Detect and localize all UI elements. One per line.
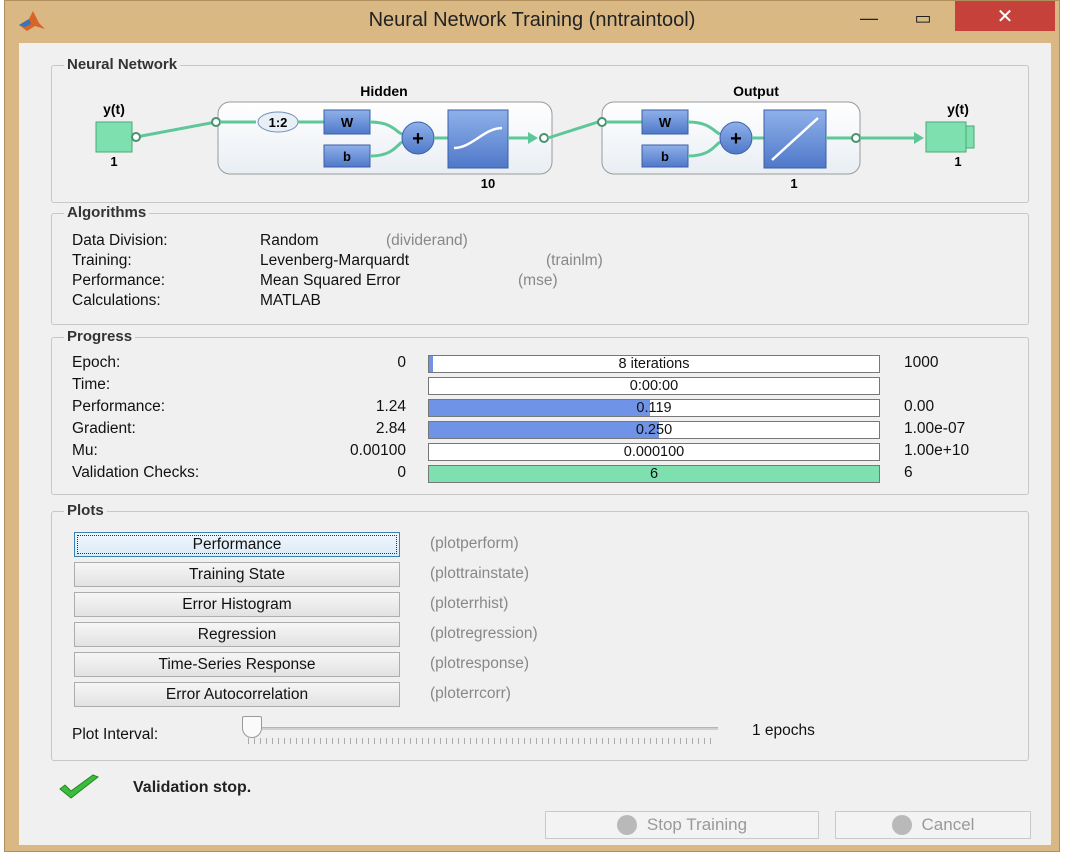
plot-button-error-autocorrelation[interactable]: Error Autocorrelation bbox=[74, 682, 400, 707]
output-node-label: y(t) bbox=[947, 101, 969, 117]
progress-bar: 6 bbox=[428, 465, 880, 483]
output-size: 1 bbox=[790, 176, 797, 191]
progress-current-value: 0.119 bbox=[636, 400, 672, 416]
training-fn: (trainlm) bbox=[546, 252, 603, 269]
training-label: Training: bbox=[72, 252, 132, 269]
progress-end-value: 6 bbox=[904, 464, 913, 481]
plot-function-name: (ploterrcorr) bbox=[430, 685, 511, 702]
performance-value: Mean Squared Error bbox=[260, 272, 401, 289]
input-node bbox=[95, 121, 133, 153]
app-window: Neural Network Training (nntraintool) — … bbox=[4, 0, 1060, 852]
client-area: Neural Network y(t) 1 Hidden 1:2 W b + 1… bbox=[19, 43, 1051, 845]
progress-start-value: 2.84 bbox=[375, 420, 406, 437]
progress-row-label: Gradient: bbox=[72, 420, 136, 437]
window-title: Neural Network Training (nntraintool) bbox=[368, 9, 696, 31]
data-division-value: Random bbox=[260, 232, 319, 249]
slider-ticks bbox=[248, 738, 716, 744]
plot-function-name: (plotregression) bbox=[430, 625, 538, 642]
input-size: 1 bbox=[110, 154, 117, 169]
output-bias-label: b bbox=[661, 149, 669, 164]
plot-button-performance[interactable]: Performance bbox=[74, 532, 400, 557]
hidden-weight-label: W bbox=[341, 115, 354, 130]
close-button[interactable]: ✕ bbox=[955, 1, 1055, 31]
maximize-button[interactable]: ▭ bbox=[903, 3, 943, 33]
plot-function-name: (ploterrhist) bbox=[430, 595, 509, 612]
progress-current-value: 0.250 bbox=[635, 422, 673, 438]
performance-label: Performance: bbox=[72, 272, 166, 289]
progress-legend: Progress bbox=[64, 328, 136, 345]
progress-current-value: 8 iterations bbox=[618, 356, 690, 372]
output-node-size: 1 bbox=[954, 154, 961, 169]
performance-fn: (mse) bbox=[518, 272, 558, 289]
progress-row-label: Time: bbox=[72, 376, 111, 393]
progress-start-value: 0.00100 bbox=[349, 442, 406, 459]
training-value: Levenberg-Marquardt bbox=[260, 252, 410, 269]
progress-end-value: 1.00e+10 bbox=[904, 442, 970, 459]
stop-training-button[interactable]: Stop Training bbox=[545, 811, 819, 839]
output-sum-symbol: + bbox=[730, 128, 742, 150]
plot-interval-value: 1 epochs bbox=[752, 722, 815, 739]
output-weight-label: W bbox=[659, 115, 672, 130]
calculations-value: MATLAB bbox=[260, 292, 321, 309]
stop-training-label: Stop Training bbox=[646, 815, 748, 834]
hidden-title: Hidden bbox=[360, 83, 407, 99]
progress-row-label: Performance: bbox=[72, 398, 166, 415]
neural-network-group: Neural Network y(t) 1 Hidden 1:2 W b + 1… bbox=[51, 56, 1029, 203]
progress-end-value: 1000 bbox=[904, 354, 939, 371]
progress-end-value: 0.00 bbox=[904, 398, 935, 415]
progress-row-label: Mu: bbox=[72, 442, 98, 459]
cancel-label: Cancel bbox=[921, 815, 975, 834]
plots-group: Plots Performance (plotperform) Training S… bbox=[51, 502, 1029, 761]
slider-thumb[interactable] bbox=[242, 716, 262, 738]
plot-button-error-histogram[interactable]: Error Histogram bbox=[74, 592, 400, 617]
hidden-size: 10 bbox=[481, 176, 495, 191]
progress-current-value: 0:00:00 bbox=[629, 378, 679, 394]
cancel-button[interactable]: Cancel bbox=[835, 811, 1031, 839]
plot-button-time-series-response[interactable]: Time-Series Response bbox=[74, 652, 400, 677]
progress-current-value: 6 bbox=[649, 466, 659, 482]
plots-legend: Plots bbox=[64, 502, 107, 519]
data-division-fn: (dividerand) bbox=[386, 232, 468, 249]
algorithms-legend: Algorithms bbox=[64, 204, 150, 221]
calculations-label: Calculations: bbox=[72, 292, 161, 309]
network-diagram: y(t) 1 Hidden 1:2 W b + 10 Output W b + … bbox=[95, 83, 975, 191]
progress-end-value: 1.00e-07 bbox=[904, 420, 966, 437]
input-label: y(t) bbox=[103, 101, 125, 117]
progress-start-value: 0 bbox=[397, 354, 406, 371]
cancel-icon bbox=[891, 815, 912, 835]
progress-bar: 0.000100 bbox=[428, 443, 880, 461]
delay-label: 1:2 bbox=[269, 115, 288, 130]
progress-row-label: Validation Checks: bbox=[72, 464, 200, 481]
plot-function-name: (plotresponse) bbox=[430, 655, 530, 672]
stop-icon bbox=[616, 815, 637, 835]
minimize-button[interactable]: — bbox=[849, 3, 889, 33]
hidden-sum-symbol: + bbox=[412, 128, 424, 150]
progress-start-value: 1.24 bbox=[375, 398, 406, 415]
plot-function-name: (plotperform) bbox=[430, 535, 519, 552]
progress-current-value: 0.000100 bbox=[623, 444, 685, 460]
progress-bar: 0:00:00 bbox=[428, 377, 880, 395]
algorithms-group: Algorithms Data Division: Random (divide… bbox=[51, 204, 1029, 325]
checkmark-icon bbox=[59, 774, 99, 799]
plot-interval-slider[interactable] bbox=[242, 716, 722, 744]
plot-button-regression[interactable]: Regression bbox=[74, 622, 400, 647]
plot-button-training-state[interactable]: Training State bbox=[74, 562, 400, 587]
progress-bar: 0.250 bbox=[428, 421, 880, 439]
plot-interval-label: Plot Interval: bbox=[72, 726, 159, 743]
progress-bar: 0.119 bbox=[428, 399, 880, 417]
progress-group: Progress Epoch: 0 8 iterations 1000 Time: 0:0… bbox=[51, 328, 1029, 495]
output-node bbox=[925, 121, 967, 153]
output-title: Output bbox=[733, 83, 779, 99]
data-division-label: Data Division: bbox=[72, 232, 168, 249]
plot-function-name: (plottrainstate) bbox=[430, 565, 530, 582]
hidden-bias-label: b bbox=[343, 149, 351, 164]
progress-bar: 8 iterations bbox=[428, 355, 880, 373]
progress-row-label: Epoch: bbox=[72, 354, 121, 371]
title-bar[interactable]: Neural Network Training (nntraintool) — … bbox=[5, 1, 1059, 43]
status-text: Validation stop. bbox=[133, 779, 252, 796]
progress-start-value: 0 bbox=[397, 464, 406, 481]
